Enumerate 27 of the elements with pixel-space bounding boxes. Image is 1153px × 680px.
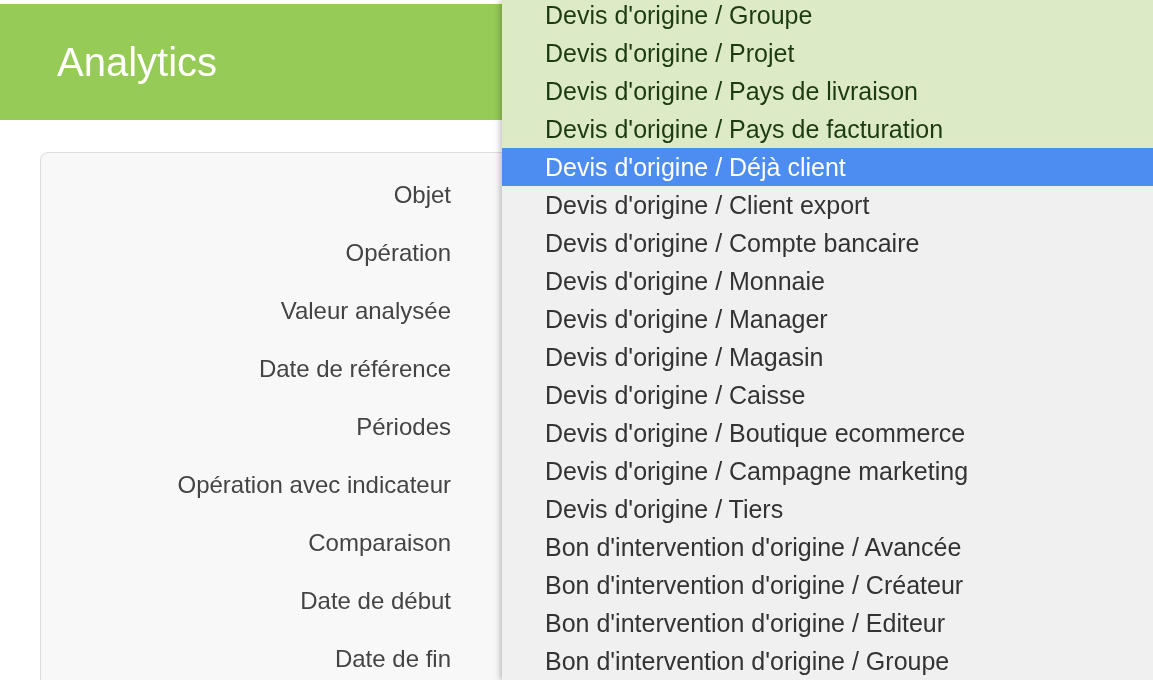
dropdown-option[interactable]: Devis d'origine / Monnaie xyxy=(502,262,1153,300)
dropdown-option[interactable]: Devis d'origine / Pays de facturation xyxy=(502,110,1153,148)
dropdown-option[interactable]: Devis d'origine / Manager xyxy=(502,300,1153,338)
page-title: Analytics xyxy=(57,39,218,85)
field-label: Date de début xyxy=(300,587,451,615)
dropdown-option[interactable]: Devis d'origine / Tiers xyxy=(502,490,1153,528)
field-label: Date de référence xyxy=(258,355,451,383)
dropdown-option[interactable]: Bon d'intervention d'origine / Créateur xyxy=(502,566,1153,604)
field-label: Objet xyxy=(393,181,451,209)
dropdown-option[interactable]: Devis d'origine / Magasin xyxy=(502,338,1153,376)
dropdown-option[interactable]: Devis d'origine / Campagne marketing xyxy=(502,452,1153,490)
dropdown-option[interactable]: Devis d'origine / Compte bancaire xyxy=(502,224,1153,262)
field-label: Opération xyxy=(345,239,451,267)
field-label: Périodes xyxy=(356,413,451,441)
dropdown-option[interactable]: Devis d'origine / Groupe xyxy=(502,0,1153,34)
dropdown-option[interactable]: Bon d'intervention d'origine / Editeur xyxy=(502,604,1153,642)
dropdown-option[interactable]: Devis d'origine / Boutique ecommerce xyxy=(502,414,1153,452)
field-label: Date de fin xyxy=(334,645,451,673)
dropdown-option[interactable]: Devis d'origine / Projet xyxy=(502,34,1153,72)
dropdown-option[interactable]: Devis d'origine / Pays de livraison xyxy=(502,72,1153,110)
dropdown-option[interactable]: Devis d'origine / Caisse xyxy=(502,376,1153,414)
field-label: Valeur analysée xyxy=(280,297,451,325)
dropdown-option[interactable]: Bon d'intervention d'origine / Groupe xyxy=(502,642,1153,680)
field-label: Comparaison xyxy=(308,529,451,557)
dropdown-option[interactable]: Devis d'origine / Client export xyxy=(502,186,1153,224)
dropdown-option[interactable]: Bon d'intervention d'origine / Avancée xyxy=(502,528,1153,566)
field-label: Opération avec indicateur xyxy=(177,471,451,499)
